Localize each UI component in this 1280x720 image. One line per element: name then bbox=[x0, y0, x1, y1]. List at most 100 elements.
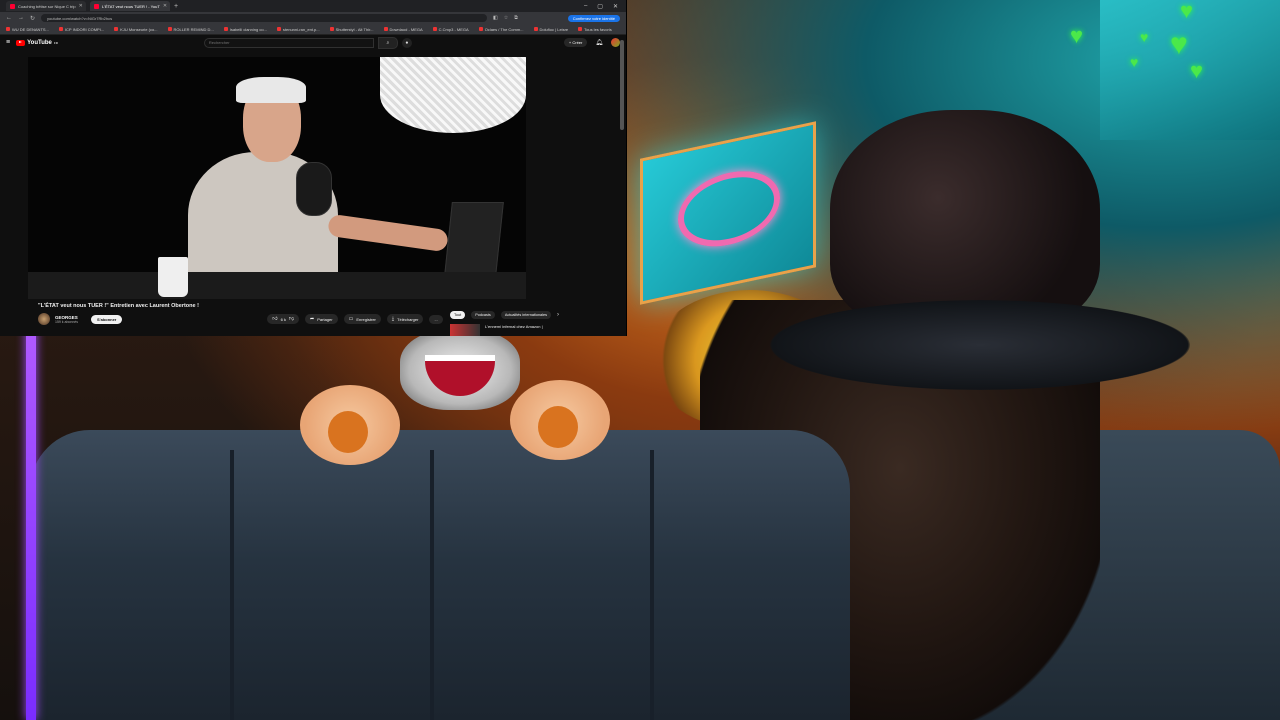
microphone bbox=[296, 162, 332, 216]
back-icon[interactable]: ← bbox=[6, 15, 12, 21]
chip-all[interactable]: Tout bbox=[450, 311, 466, 319]
reload-icon[interactable]: ↻ bbox=[30, 15, 35, 22]
streamer-hat-top bbox=[830, 110, 1100, 330]
bookmark-label: Downlaod - MEGA bbox=[389, 26, 423, 32]
thumbs-down-icon[interactable]: 👎︎ bbox=[289, 316, 294, 322]
subscribe-button[interactable]: S'abonner bbox=[90, 314, 123, 324]
recommendation-thumbnail[interactable] bbox=[450, 324, 480, 336]
menu-icon[interactable]: ≡ bbox=[6, 39, 10, 46]
search-icon[interactable]: ⌕ bbox=[377, 36, 398, 49]
chip-podcasts[interactable]: Podcasts bbox=[471, 311, 495, 319]
download-button[interactable]: ⤓ Télécharger bbox=[386, 314, 424, 324]
bookmark-label: C.Cmp3 - MEGA bbox=[438, 26, 469, 32]
bookmark-item[interactable]: Tous les favoris bbox=[578, 27, 612, 32]
bookmark-item[interactable]: Downlaod - MEGA bbox=[383, 26, 423, 32]
couch-seam bbox=[650, 450, 654, 720]
bookmark-item[interactable]: Shutterstyl - Alt Thir... bbox=[329, 26, 374, 32]
close-tab-icon[interactable]: ✕ bbox=[79, 3, 83, 9]
channel-text: GEORGES 159 k abonnés bbox=[55, 315, 78, 324]
bookmark-item[interactable]: WU DE DENANTS... bbox=[6, 27, 49, 32]
bookmark-icon bbox=[478, 27, 483, 31]
download-label: Télécharger bbox=[397, 316, 419, 322]
window-controls: – ▢ ✕ bbox=[584, 3, 626, 10]
confirm-identity-button[interactable]: Confirmez votre identité bbox=[567, 14, 620, 22]
url-field[interactable]: youtube.com/watch?v=NiGr7Rb2hcs bbox=[41, 14, 488, 22]
bookmark-item[interactable]: C.Cmp3 - MEGA bbox=[432, 26, 469, 32]
video-player[interactable] bbox=[28, 57, 526, 299]
bookmark-item[interactable]: Dolufioc | Leisre bbox=[533, 27, 568, 32]
create-label: Créer bbox=[572, 40, 583, 45]
create-button[interactable]: + Créer bbox=[563, 38, 588, 47]
search-bar: ⌕ ● bbox=[203, 36, 412, 49]
maximize-button[interactable]: ▢ bbox=[597, 3, 603, 10]
laptop bbox=[444, 202, 504, 276]
bookmark-icon bbox=[578, 27, 583, 31]
puppet-paw-right bbox=[510, 380, 610, 460]
tab-strip: Coaching bêtise sur Nique C trip ✕ L'ÉTA… bbox=[0, 0, 626, 12]
bell-icon[interactable]: 🔔︎ bbox=[595, 39, 603, 46]
purple-border bbox=[26, 320, 36, 720]
bookmark-item[interactable]: Oclaes / The Comm... bbox=[478, 27, 524, 32]
address-icons: ◧ ☆ ⧉ bbox=[493, 15, 518, 21]
bookmark-label: Tous les favoris bbox=[584, 26, 612, 32]
streamer-hat-brim bbox=[770, 300, 1190, 390]
bookmark-label: Isabelli clanning co... bbox=[229, 26, 267, 32]
video-title: "L'ÉTAT veut nous TUER !" Entretien avec… bbox=[38, 303, 199, 309]
bookmark-icon bbox=[114, 27, 119, 31]
bookmark-label: Shutterstyl - Alt Thir... bbox=[335, 26, 374, 32]
close-window-button[interactable]: ✕ bbox=[613, 3, 618, 10]
save-label: Enregistrer bbox=[356, 316, 376, 322]
recommendation-title[interactable]: L'ennemi infernal chez Amazon | bbox=[485, 324, 543, 329]
puppet-face bbox=[400, 330, 520, 410]
heart-icon: ♥ bbox=[1140, 29, 1149, 45]
like-button[interactable]: 👍︎ 6 k 👎︎ bbox=[267, 314, 300, 324]
couch-seam bbox=[230, 450, 234, 720]
recommendation-item[interactable]: L'ennemi infernal chez Amazon | bbox=[450, 324, 543, 336]
browser-tab-active[interactable]: L'ÉTAT veut nous TUER ! - YouT ✕ bbox=[90, 1, 170, 11]
star-icon[interactable]: ☆ bbox=[504, 15, 508, 21]
youtube-favicon-icon bbox=[94, 3, 99, 9]
search-input[interactable] bbox=[203, 37, 374, 48]
neon-ring bbox=[678, 161, 780, 256]
browser-tab[interactable]: Coaching bêtise sur Nique C trip ✕ bbox=[6, 1, 86, 11]
chip-international-news[interactable]: Actualités internationales bbox=[500, 311, 552, 319]
heart-icon: ♥ bbox=[1190, 58, 1204, 83]
page-scrollbar[interactable] bbox=[620, 40, 624, 130]
coffee-cup bbox=[158, 257, 188, 297]
puppet-paw-left bbox=[300, 385, 400, 465]
thumbs-up-icon: 👍︎ bbox=[272, 316, 278, 322]
bookmark-item[interactable]: ROLLER REMIND D... bbox=[167, 27, 214, 32]
share-arrow-icon: ➦ bbox=[310, 316, 315, 322]
chevron-right-icon[interactable]: › bbox=[557, 312, 559, 318]
close-tab-icon[interactable]: ✕ bbox=[163, 3, 167, 9]
bookmark-label: KJU Monseurie (co... bbox=[120, 26, 158, 32]
mic-icon[interactable]: ● bbox=[401, 37, 412, 48]
bookmark-item[interactable]: stenunni-ran_ent.p... bbox=[276, 27, 320, 32]
softbox-light bbox=[380, 57, 526, 133]
bookmark-label: WU DE DENANTS... bbox=[12, 26, 49, 32]
save-button[interactable]: ▭ Enregistrer bbox=[343, 314, 381, 324]
share-icon[interactable]: ⧉ bbox=[514, 15, 518, 21]
couch bbox=[30, 430, 850, 720]
download-icon: ⤓ bbox=[391, 316, 395, 322]
avatar[interactable] bbox=[611, 38, 620, 47]
youtube-logo[interactable]: YouTube FR bbox=[16, 39, 58, 46]
heart-overlay: ♥ ♥ ♥ ♥ ♥ ♥ bbox=[1070, 0, 1230, 90]
minimize-button[interactable]: – bbox=[584, 3, 587, 10]
bookmark-item[interactable]: ICP INDORI COMPI... bbox=[58, 27, 104, 32]
heart-icon: ♥ bbox=[1180, 0, 1194, 23]
channel-avatar[interactable] bbox=[38, 313, 50, 325]
bookmark-icon bbox=[58, 27, 63, 31]
new-tab-button[interactable]: + bbox=[174, 3, 178, 10]
extension-icon[interactable]: ◧ bbox=[493, 15, 498, 21]
more-actions-button[interactable]: ... bbox=[429, 314, 443, 324]
header-actions: + Créer 🔔︎ bbox=[563, 38, 620, 47]
neon-sign bbox=[640, 121, 816, 305]
forward-icon[interactable]: → bbox=[18, 15, 24, 21]
youtube-logo-text: YouTube bbox=[27, 39, 52, 46]
share-button[interactable]: ➦ Partager bbox=[305, 314, 338, 324]
youtube-header: ≡ YouTube FR ⌕ ● + Créer 🔔︎ bbox=[0, 35, 626, 50]
video-actions: 👍︎ 6 k 👎︎ ➦ Partager ▭ Enregistrer ⤓ Téléchar… bbox=[267, 314, 443, 324]
bookmark-item[interactable]: KJU Monseurie (co... bbox=[114, 26, 158, 32]
bookmark-item[interactable]: Isabelli clanning co... bbox=[223, 26, 267, 32]
